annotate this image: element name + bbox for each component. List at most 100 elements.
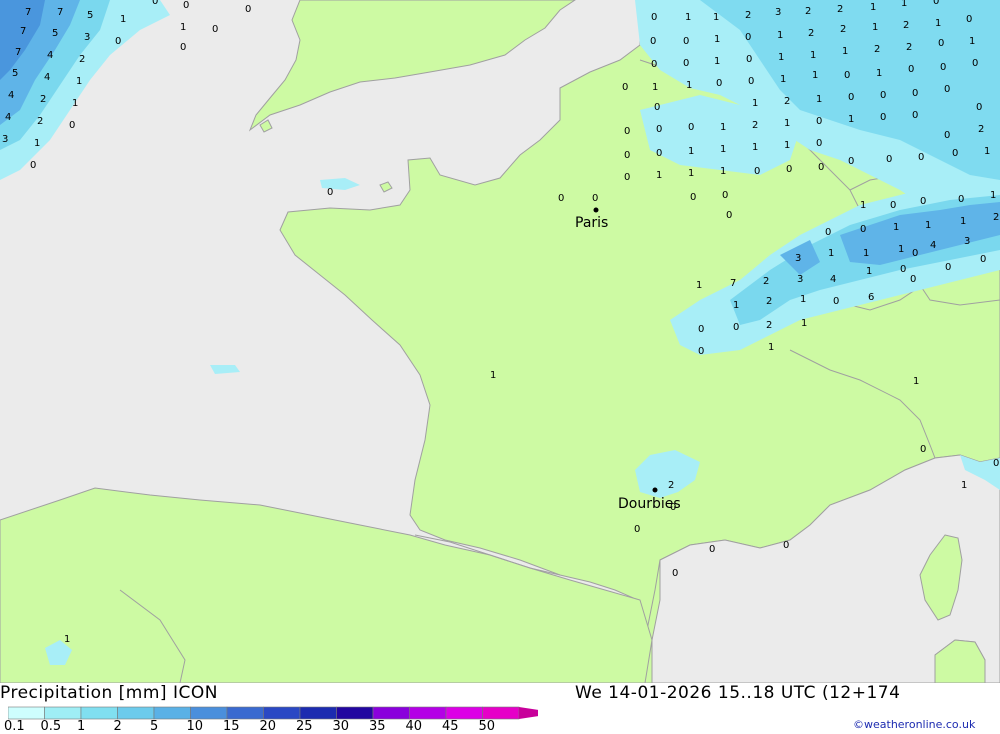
precip-value-label: 1 — [960, 216, 966, 227]
precip-value-label: 1 — [714, 56, 720, 67]
precip-value-label: 0 — [900, 264, 906, 275]
precip-value-label: 0 — [912, 110, 918, 121]
city-dot-dourbies — [652, 487, 658, 493]
precip-value-label: 1 — [810, 50, 816, 61]
precip-value-label: 1 — [990, 190, 996, 201]
precip-value-label: 2 — [745, 10, 751, 21]
precip-value-label: 0 — [848, 156, 854, 167]
precip-value-label: 1 — [893, 222, 899, 233]
precip-value-label: 0 — [976, 102, 982, 113]
precip-value-label: 0 — [920, 444, 926, 455]
credit-text: ©weatheronline.co.uk — [853, 718, 976, 731]
precip-value-label: 4 — [930, 240, 936, 251]
precip-value-label: 0 — [912, 88, 918, 99]
weather-map: 7751000753010742054142142031000000001112… — [0, 0, 1000, 684]
precip-value-label: 0 — [683, 36, 689, 47]
legend-swatch — [190, 706, 228, 720]
precip-value-label: 1 — [872, 22, 878, 33]
precip-value-label: 1 — [720, 166, 726, 177]
precip-value-label: 0 — [933, 0, 939, 7]
precip-value-label: 3 — [964, 236, 970, 247]
precip-value-label: 0 — [860, 224, 866, 235]
precip-value-label: 0 — [890, 200, 896, 211]
precip-value-label: 1 — [866, 266, 872, 277]
precip-value-label: 5 — [87, 10, 93, 21]
precip-value-label: 0 — [327, 187, 333, 198]
legend-colorbar — [8, 706, 538, 720]
precip-value-label: 2 — [79, 54, 85, 65]
precip-value-label: 1 — [688, 168, 694, 179]
legend-label: 0.1 — [4, 719, 25, 734]
legend-swatch — [153, 706, 191, 720]
precip-value-label: 0 — [183, 0, 189, 11]
precip-value-label: 4 — [5, 112, 11, 123]
precip-value-label: 0 — [722, 190, 728, 201]
precip-value-label: 0 — [245, 4, 251, 15]
precip-value-label: 1 — [120, 14, 126, 25]
precip-value-label: 0 — [698, 324, 704, 335]
precip-value-label: 0 — [656, 124, 662, 135]
precip-value-label: 0 — [848, 92, 854, 103]
precip-value-label: 7 — [730, 278, 736, 289]
precip-value-label: 0 — [754, 166, 760, 177]
precip-value-label: 1 — [72, 98, 78, 109]
legend-label: 45 — [442, 719, 459, 734]
map-datetime: We 14-01-2026 15..18 UTC (12+174 — [575, 683, 901, 703]
legend-label: 25 — [296, 719, 313, 734]
legend-swatch — [226, 706, 264, 720]
legend-label: 20 — [259, 719, 277, 734]
precip-value-label: 1 — [713, 12, 719, 23]
precip-value-label: 1 — [780, 74, 786, 85]
precip-value-label: 0 — [690, 192, 696, 203]
precip-value-label: 1 — [848, 114, 854, 125]
precip-value-label: 2 — [837, 4, 843, 15]
precip-value-label: 1 — [935, 18, 941, 29]
precip-value-label: 0 — [624, 172, 630, 183]
precip-value-label: 2 — [766, 296, 772, 307]
precip-value-label: 1 — [812, 70, 818, 81]
precip-value-label: 0 — [920, 196, 926, 207]
precip-value-label: 0 — [952, 148, 958, 159]
precip-value-label: 5 — [12, 68, 18, 79]
legend-swatch — [44, 706, 82, 720]
precip-value-label: 0 — [624, 126, 630, 137]
legend-swatch — [80, 706, 118, 720]
precip-value-label: 0 — [672, 568, 678, 579]
precip-value-label: 0 — [651, 12, 657, 23]
precip-value-label: 0 — [945, 262, 951, 273]
precip-value-label: 1 — [752, 98, 758, 109]
legend-swatch — [445, 706, 483, 720]
precip-value-label: 0 — [726, 210, 732, 221]
precip-value-label: 0 — [115, 36, 121, 47]
precip-value-label: 1 — [925, 220, 931, 231]
precip-value-label: 0 — [624, 150, 630, 161]
precip-value-label: 2 — [808, 28, 814, 39]
legend-label: 0.5 — [40, 719, 62, 734]
precip-value-label: 2 — [763, 276, 769, 287]
precip-value-label: 1 — [898, 244, 904, 255]
precip-value-label: 0 — [592, 193, 598, 204]
precip-value-label: 0 — [30, 160, 36, 171]
precip-value-label: 2 — [840, 24, 846, 35]
precip-value-label: 7 — [57, 7, 63, 18]
legend-label: 40 — [405, 719, 423, 734]
precip-value-label: 2 — [37, 116, 43, 127]
precip-value-label: 1 — [490, 370, 496, 381]
precip-value-label: 3 — [775, 7, 781, 18]
precip-value-label: 3 — [84, 32, 90, 43]
precip-value-label: 1 — [863, 248, 869, 259]
precip-value-label: 0 — [745, 32, 751, 43]
precip-value-label: 1 — [76, 76, 82, 87]
precip-value-label: 1 — [784, 118, 790, 129]
precip-value-label: 1 — [656, 170, 662, 181]
precip-value-label: 4 — [47, 50, 53, 61]
precip-value-label: 7 — [20, 26, 26, 37]
precip-value-label: 0 — [746, 54, 752, 65]
precip-value-label: 2 — [752, 120, 758, 131]
precip-value-label: 0 — [825, 227, 831, 238]
precip-value-label: 4 — [830, 274, 836, 285]
legend-label: 1 — [77, 719, 86, 734]
precip-value-label: 1 — [696, 280, 702, 291]
legend-label: 5 — [150, 719, 159, 734]
precip-value-label: 1 — [842, 46, 848, 57]
